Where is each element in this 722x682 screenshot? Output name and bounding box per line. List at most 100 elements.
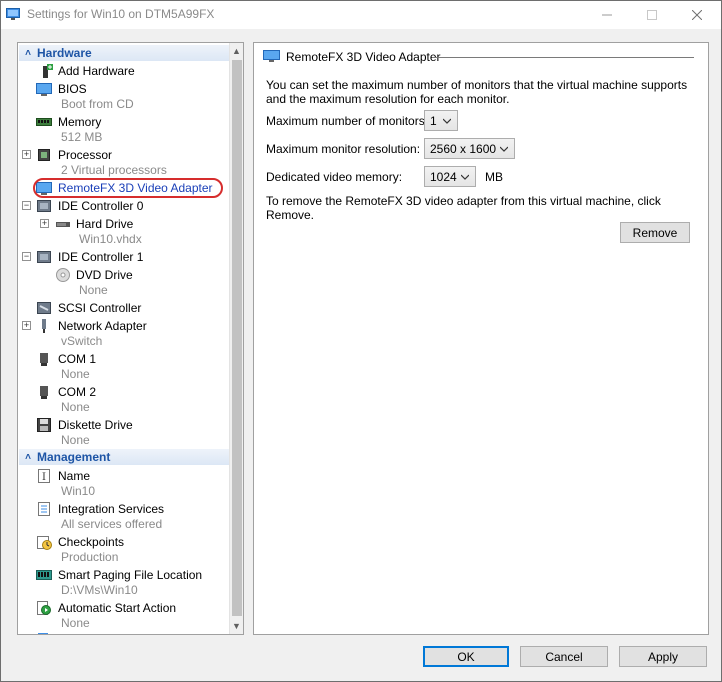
tree-item-label: Smart Paging File Location xyxy=(58,567,203,582)
video-adapter-monitor-icon xyxy=(263,50,280,62)
chevron-down-icon xyxy=(461,174,469,180)
tree-item-label: IDE Controller 0 xyxy=(58,198,144,213)
hardware-header-label: Hardware xyxy=(37,46,92,60)
collapse-minus-icon[interactable]: − xyxy=(22,252,31,261)
tree-item-sub: 512 MB xyxy=(61,130,103,144)
cancel-button[interactable]: Cancel xyxy=(520,646,608,667)
vram-label: Dedicated video memory: xyxy=(266,170,403,184)
tree-item-add-hardware[interactable]: Add Hardware xyxy=(18,62,228,79)
tree-item-label: Automatic Start Action xyxy=(58,600,177,615)
resolution-select[interactable]: 2560 x 1600 xyxy=(424,138,515,159)
tree-item-network-adapter[interactable]: + Network Adapter xyxy=(18,317,228,334)
expand-plus-icon[interactable]: + xyxy=(22,321,31,330)
title-bar: Settings for Win10 on DTM5A99FX xyxy=(1,1,721,29)
tree-item-checkpoints[interactable]: Checkpoints xyxy=(18,533,228,550)
tree-item-sub: None xyxy=(79,283,108,297)
close-button[interactable] xyxy=(675,1,719,29)
automatic-start-icon xyxy=(37,600,51,615)
maximize-button[interactable] xyxy=(630,1,674,29)
tree-item-com-1[interactable]: COM 1 xyxy=(18,350,228,367)
tree-item-sub: vSwitch xyxy=(61,334,103,348)
name-textbox-icon: I xyxy=(38,468,50,483)
tree-item-sub: Win10.vhdx xyxy=(79,232,142,246)
tree-item-memory[interactable]: Memory xyxy=(18,113,228,130)
tree-item-label: Diskette Drive xyxy=(58,417,133,432)
expand-plus-icon[interactable]: + xyxy=(40,219,49,228)
resolution-label: Maximum monitor resolution: xyxy=(266,142,421,156)
tree-item-scsi-controller[interactable]: SCSI Controller xyxy=(18,299,228,316)
vram-select-value: 1024 xyxy=(430,169,457,184)
resolution-select-value: 2560 x 1600 xyxy=(430,141,497,156)
collapse-chevron-icon: ˄ xyxy=(25,451,31,463)
settings-tree[interactable]: ˄ Hardware Add Hardware BIOS Boot from C… xyxy=(17,42,244,635)
tree-item-sub: Production xyxy=(61,550,119,564)
panel-description: You can set the maximum number of monito… xyxy=(266,78,688,106)
minimize-button[interactable] xyxy=(585,1,629,29)
smart-paging-icon xyxy=(36,569,52,580)
remove-instructions: To remove the RemoteFX 3D video adapter … xyxy=(266,194,661,222)
tree-item-processor[interactable]: + Processor xyxy=(18,146,228,163)
checkpoints-icon xyxy=(37,535,52,550)
minimize-icon xyxy=(602,14,612,16)
tree-item-com-2[interactable]: COM 2 xyxy=(18,383,228,400)
tree-item-label: Processor xyxy=(58,147,113,162)
scroll-up-arrow-icon[interactable]: ▲ xyxy=(230,43,243,59)
tree-item-integration-services[interactable]: Integration Services xyxy=(18,500,228,517)
panel-title-divider xyxy=(432,57,694,58)
tree-item-label: COM 1 xyxy=(58,351,97,366)
ide-controller-icon xyxy=(37,199,51,212)
remove-button[interactable]: Remove xyxy=(620,222,690,243)
tree-scrollbar[interactable]: ▲ ▼ xyxy=(229,43,243,634)
scroll-down-arrow-icon[interactable]: ▼ xyxy=(230,618,243,634)
ide-controller-icon xyxy=(37,250,51,263)
tree-item-hard-drive[interactable]: + Hard Drive xyxy=(18,215,228,232)
dvd-disc-icon xyxy=(56,267,70,282)
panel-title: RemoteFX 3D Video Adapter xyxy=(286,50,441,64)
tree-item-automatic-start-action[interactable]: Automatic Start Action xyxy=(18,599,228,616)
tree-item-sub: Win10 xyxy=(61,484,96,498)
vram-select[interactable]: 1024 xyxy=(424,166,476,187)
tree-item-sub: None xyxy=(61,616,90,630)
tree-item-label: Hard Drive xyxy=(76,216,134,231)
tree-item-sub: 2 Virtual processors xyxy=(61,163,167,177)
tree-item-sub: All services offered xyxy=(61,517,163,531)
diskette-icon xyxy=(37,417,51,432)
integration-services-icon xyxy=(38,501,50,516)
expand-plus-icon[interactable]: + xyxy=(22,150,31,159)
monitors-select[interactable]: 1 xyxy=(424,110,458,131)
add-hardware-icon xyxy=(43,63,53,78)
processor-chip-icon xyxy=(38,148,50,161)
network-adapter-icon xyxy=(42,318,46,333)
vram-unit: MB xyxy=(485,170,503,184)
tree-item-sub: None xyxy=(61,400,90,414)
tree-item-diskette-drive[interactable]: Diskette Drive xyxy=(18,416,228,433)
tree-item-ide-controller-1[interactable]: − IDE Controller 1 xyxy=(18,248,228,265)
close-icon xyxy=(692,10,702,20)
tree-item-label: Network Adapter xyxy=(58,318,147,333)
chevron-down-icon xyxy=(500,146,508,152)
tree-item-bios[interactable]: BIOS xyxy=(18,80,228,97)
collapse-minus-icon[interactable]: − xyxy=(22,201,31,210)
scsi-controller-icon xyxy=(37,301,51,314)
tree-item-smart-paging-file-location[interactable]: Smart Paging File Location xyxy=(18,566,228,583)
tree-item-label: Checkpoints xyxy=(58,534,125,549)
tree-item-ide-controller-0[interactable]: − IDE Controller 0 xyxy=(18,197,228,214)
tree-item-dvd-drive[interactable]: DVD Drive xyxy=(18,266,228,283)
hardware-section-header[interactable]: ˄ Hardware xyxy=(19,45,229,61)
hard-drive-icon xyxy=(56,221,70,227)
settings-window: Settings for Win10 on DTM5A99FX ˄ Hardwa… xyxy=(0,0,722,682)
tree-item-sub: D:\VMs\Win10 xyxy=(61,583,138,597)
tree-item-label: IDE Controller 1 xyxy=(58,249,144,264)
highlight-circle-annotation xyxy=(33,178,223,198)
scroll-thumb[interactable] xyxy=(232,60,242,616)
monitors-label: Maximum number of monitors: xyxy=(266,114,429,128)
ok-button[interactable]: OK xyxy=(423,646,509,667)
management-header-label: Management xyxy=(37,450,111,464)
apply-button[interactable]: Apply xyxy=(619,646,707,667)
tree-item-label: BIOS xyxy=(58,81,87,96)
monitors-select-value: 1 xyxy=(430,113,437,128)
tree-item-name[interactable]: I Name xyxy=(18,467,228,484)
management-section-header[interactable]: ˄ Management xyxy=(19,449,229,465)
maximize-icon xyxy=(647,10,657,20)
hyperv-vm-icon xyxy=(6,8,20,20)
